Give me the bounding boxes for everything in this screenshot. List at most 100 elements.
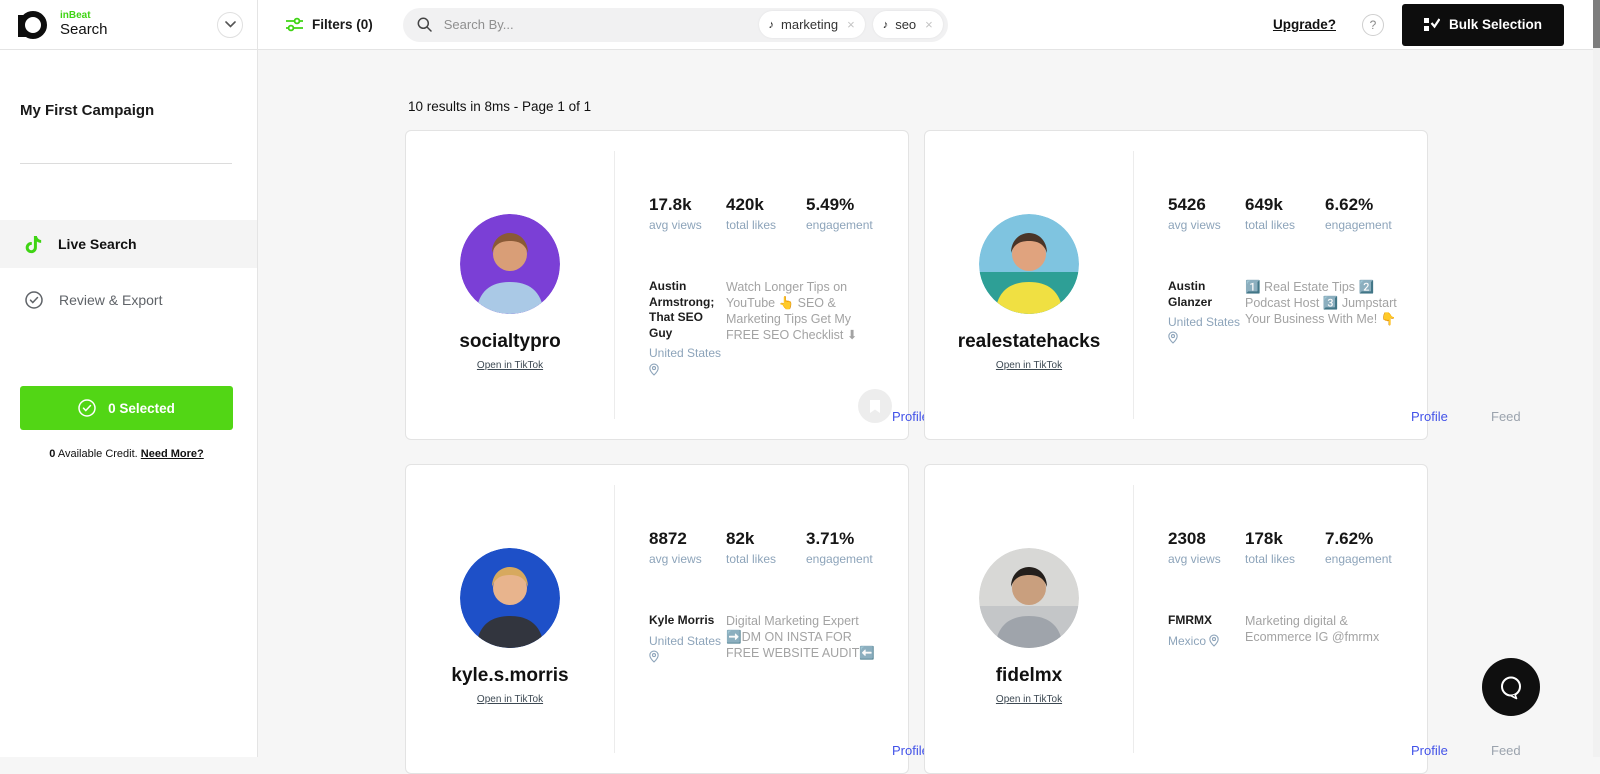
- stat-label: engagement: [806, 218, 883, 232]
- stat-value: 178k: [1245, 529, 1325, 549]
- location-pin-icon: [1168, 331, 1178, 344]
- influencer-card: fidelmx Open in TikTok 2308 avg views 17…: [924, 464, 1428, 774]
- main-content: 10 results in 8ms - Page 1 of 1: [258, 50, 1592, 757]
- stats-row: 8872 avg views 82k total likes 3.71% eng…: [649, 529, 890, 566]
- stat-value: 82k: [726, 529, 806, 549]
- bio-text: Digital Marketing Expert ➡️DM ON INSTA F…: [726, 613, 890, 665]
- stat-label: total likes: [726, 218, 806, 232]
- card-right-column: 8872 avg views 82k total likes 3.71% eng…: [615, 465, 908, 773]
- location: United States: [649, 633, 726, 665]
- stat-value: 7.62%: [1325, 529, 1402, 549]
- bookmark-icon: [869, 399, 881, 414]
- stat-label: total likes: [1245, 552, 1325, 566]
- stat-value: 8872: [649, 529, 726, 549]
- stats-row: 5426 avg views 649k total likes 6.62% en…: [1168, 195, 1409, 232]
- scrollbar[interactable]: [1593, 0, 1600, 757]
- collapse-sidebar-button[interactable]: [217, 12, 243, 38]
- search-bar[interactable]: ♪ marketing × ♪ seo ×: [403, 8, 948, 42]
- stat-value: 5.49%: [806, 195, 883, 215]
- remove-tag-icon[interactable]: ×: [925, 17, 933, 32]
- sidebar-divider: [20, 163, 232, 164]
- location-pin-icon: [1209, 634, 1219, 647]
- influencer-card: socialtypro Open in TikTok 17.8k avg vie…: [405, 130, 909, 440]
- tab-feed[interactable]: Feed: [1491, 743, 1521, 758]
- search-tag-marketing[interactable]: ♪ marketing ×: [759, 11, 865, 38]
- upgrade-link[interactable]: Upgrade?: [1273, 17, 1336, 32]
- tiktok-note-icon: ♪: [769, 19, 775, 31]
- stat-total-likes: 420k total likes: [726, 195, 806, 232]
- remove-tag-icon[interactable]: ×: [847, 17, 855, 32]
- bookmark-button[interactable]: [858, 389, 892, 423]
- stat-label: total likes: [726, 552, 806, 566]
- stat-label: engagement: [1325, 218, 1402, 232]
- stat-avg-views: 2308 avg views: [1168, 529, 1245, 566]
- brand-text: inBeat Search: [60, 11, 108, 37]
- sidebar-item-label: Live Search: [58, 236, 137, 252]
- bio-text: Marketing digital & Ecommerce IG @fmrmx: [1245, 613, 1409, 649]
- stat-value: 17.8k: [649, 195, 726, 215]
- stat-total-likes: 178k total likes: [1245, 529, 1325, 566]
- card-right-column: 2308 avg views 178k total likes 7.62% en…: [1134, 465, 1427, 773]
- topbar-right: Upgrade? ? Bulk Selection: [1273, 0, 1600, 49]
- tab-profile[interactable]: Profile: [1411, 409, 1491, 424]
- stat-value: 649k: [1245, 195, 1325, 215]
- location-label: Mexico: [1168, 634, 1206, 648]
- need-more-link[interactable]: Need More?: [141, 448, 204, 460]
- filters-label: Filters (0): [312, 17, 373, 32]
- bio-text: Watch Longer Tips on YouTube 👆 SEO & Mar…: [726, 279, 890, 378]
- avatar: [979, 214, 1079, 314]
- open-in-tiktok-link[interactable]: Open in TikTok: [477, 360, 543, 371]
- stat-avg-views: 17.8k avg views: [649, 195, 726, 232]
- avatar: [460, 214, 560, 314]
- username: socialtypro: [459, 331, 560, 353]
- stats-row: 17.8k avg views 420k total likes 5.49% e…: [649, 195, 890, 232]
- location-pin-icon: [649, 363, 659, 376]
- profile-row: Kyle Morris United States Digital Market: [649, 613, 890, 665]
- sidebar-item-live-search[interactable]: Live Search: [0, 220, 257, 268]
- tab-feed[interactable]: Feed: [1491, 409, 1521, 424]
- stat-label: avg views: [649, 218, 726, 232]
- stat-label: engagement: [1325, 552, 1402, 566]
- tab-profile[interactable]: Profile: [1411, 743, 1491, 758]
- sidebar-item-review-export[interactable]: Review & Export: [0, 276, 257, 324]
- username: fidelmx: [996, 665, 1063, 687]
- influencer-card: realestatehacks Open in TikTok 5426 avg …: [924, 130, 1428, 440]
- scrollbar-thumb[interactable]: [1593, 0, 1600, 48]
- search-tag-seo[interactable]: ♪ seo ×: [873, 11, 943, 38]
- bulk-selection-button[interactable]: Bulk Selection: [1402, 4, 1564, 46]
- sidebar: My First Campaign Live Search Review & E…: [0, 50, 258, 757]
- brand-product: Search: [60, 22, 108, 38]
- card-right-column: 17.8k avg views 420k total likes 5.49% e…: [615, 131, 908, 439]
- stat-value: 6.62%: [1325, 195, 1402, 215]
- check-circle-icon: [78, 399, 96, 417]
- open-in-tiktok-link[interactable]: Open in TikTok: [996, 694, 1062, 705]
- avatar: [979, 548, 1079, 648]
- profile-row: FMRMX Mexico Marketing digital & Ecommer…: [1168, 613, 1409, 649]
- chat-widget-button[interactable]: [1482, 658, 1540, 716]
- name-column: Austin Armstrong; That SEO Guy United St…: [649, 279, 726, 378]
- chevron-down-icon: [225, 21, 236, 28]
- open-in-tiktok-link[interactable]: Open in TikTok: [996, 360, 1062, 371]
- filters-button[interactable]: Filters (0): [286, 17, 373, 32]
- search-input[interactable]: [444, 17, 751, 32]
- location-label: United States: [649, 634, 721, 648]
- bio-text: 1️⃣ Real Estate Tips 2️⃣ Podcast Host 3️…: [1245, 279, 1409, 347]
- selected-count-button[interactable]: 0 Selected: [20, 386, 233, 430]
- tag-label: marketing: [781, 17, 838, 32]
- stat-engagement: 7.62% engagement: [1325, 529, 1402, 566]
- card-tabs: Profile Feed: [1411, 409, 1521, 424]
- question-mark-icon: ?: [1370, 18, 1377, 32]
- selected-count-label: 0 Selected: [108, 401, 175, 416]
- person-name: FMRMX: [1168, 613, 1245, 629]
- open-in-tiktok-link[interactable]: Open in TikTok: [477, 694, 543, 705]
- profile-row: Austin Glanzer United States 1️⃣ Real Es: [1168, 279, 1409, 347]
- card-right-column: 5426 avg views 649k total likes 6.62% en…: [1134, 131, 1427, 439]
- stat-value: 2308: [1168, 529, 1245, 549]
- stat-engagement: 3.71% engagement: [806, 529, 883, 566]
- card-left-column: fidelmx Open in TikTok: [925, 485, 1134, 753]
- top-bar: inBeat Search Filters (0) ♪ marketing ×: [0, 0, 1600, 50]
- stat-total-likes: 82k total likes: [726, 529, 806, 566]
- help-button[interactable]: ?: [1362, 14, 1384, 36]
- username: kyle.s.morris: [451, 665, 568, 687]
- location: United States: [649, 345, 726, 377]
